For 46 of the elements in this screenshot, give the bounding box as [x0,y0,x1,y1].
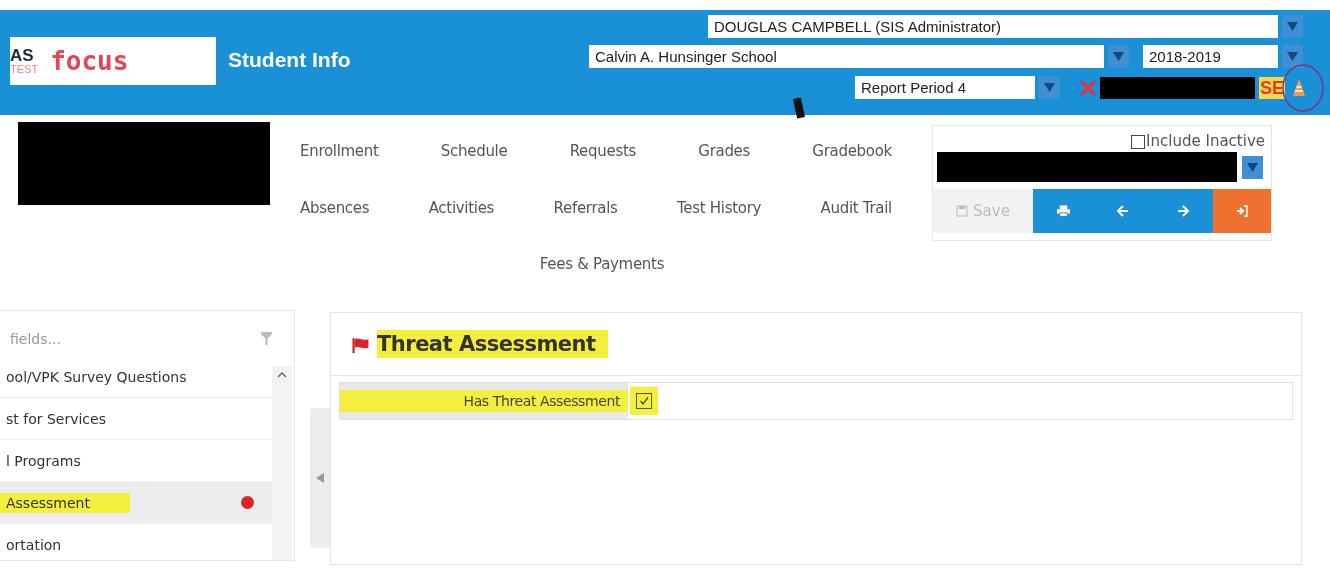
print-button[interactable] [1033,189,1093,233]
year-select[interactable]: 2018-2019 [1143,45,1278,68]
period-select[interactable]: Report Period 4 [855,76,1035,99]
item-label: ool/VPK Survey Questions [5,367,188,387]
checkbox[interactable] [1131,134,1146,149]
sign-in-icon [1236,205,1248,217]
item-label: l Programs [5,451,82,471]
item-label: st for Services [5,409,107,429]
search-field[interactable]: fields... [0,330,261,347]
printer-icon [1056,205,1070,217]
nav-link[interactable]: Schedule [440,141,508,160]
scrollbar[interactable] [272,366,292,560]
save-icon [956,205,969,217]
section-title: Threat Assessment [377,330,608,358]
flag-icon [351,335,371,353]
user-select[interactable]: DOUGLAS CAMPBELL (SIS Administrator) [708,15,1278,38]
pen-mark [793,97,805,119]
nav-link[interactable]: Gradebook [812,141,892,160]
nav-link[interactable]: Absences [300,198,370,217]
annotation-circle [1281,62,1325,113]
nav-link[interactable]: Referrals [553,198,618,217]
item-label: Assessment [0,492,130,513]
nav-link[interactable]: Grades [698,141,751,160]
nav-link[interactable]: Activities [428,198,495,217]
cone-icon[interactable] [1291,77,1307,98]
filter-icon[interactable] [261,332,272,345]
nav-link[interactable]: Requests [569,141,637,160]
arrow-right-icon [1177,205,1189,217]
field-label: Has Threat Assessment [340,383,628,419]
caret-left-icon [316,473,324,483]
item-label: ortation [5,535,63,555]
status-tag: SE [1259,76,1285,99]
sidebar-item[interactable]: Assessment [0,482,272,524]
logout-button[interactable] [1213,189,1271,233]
page-title: Student Info [228,48,351,72]
checkbox-label: Include Inactive [1146,134,1265,149]
nav-link[interactable]: Enrollment [300,141,379,160]
check-icon [639,396,649,406]
nav-link[interactable]: Audit Trail [820,198,892,217]
arrow-left-icon [1117,205,1129,217]
nav-link[interactable]: Test History [677,198,762,217]
chevron-up-icon[interactable] [277,372,287,378]
collapse-handle[interactable] [310,408,330,548]
nav-link[interactable]: Fees & Payments [539,255,665,273]
school-select[interactable]: Calvin A. Hunsinger School [589,45,1104,68]
close-icon[interactable] [1080,79,1096,96]
